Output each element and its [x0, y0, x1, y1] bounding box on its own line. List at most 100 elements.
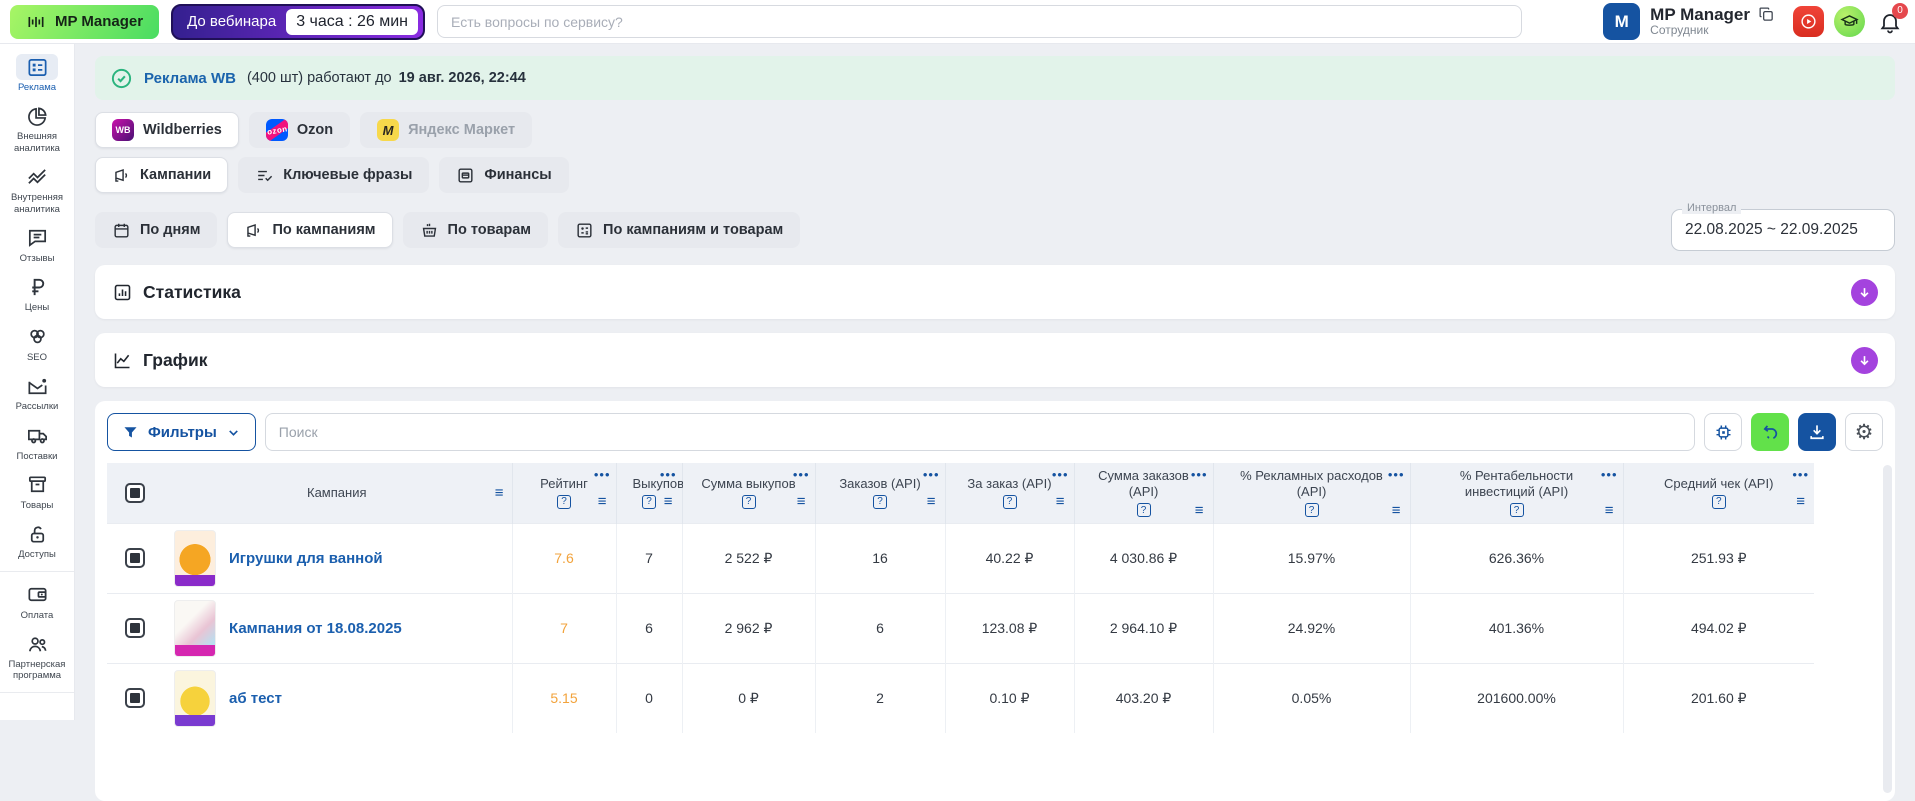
- column-menu-icon[interactable]: ≡: [1056, 494, 1065, 509]
- sidebar-item-reviews[interactable]: Отзывы: [0, 225, 74, 264]
- row-checkbox[interactable]: [125, 548, 145, 568]
- column-more-icon[interactable]: •••: [1191, 467, 1208, 482]
- cell-per-order: 40.22 ₽: [945, 523, 1074, 593]
- row-checkbox[interactable]: [125, 618, 145, 638]
- sidebar-item-external-analytics[interactable]: Внешняя аналитика: [0, 103, 74, 154]
- refresh-icon: [1760, 422, 1781, 443]
- chart-expand-button[interactable]: [1851, 347, 1878, 374]
- column-help-icon[interactable]: ?: [1003, 495, 1017, 509]
- tab-keyphrases[interactable]: Ключевые фразы: [238, 157, 429, 193]
- header-roi-pct: % Рентабельности инвестиций (API) ••• ? …: [1410, 463, 1623, 523]
- column-menu-icon[interactable]: ≡: [1392, 503, 1401, 518]
- interval-date-range-input[interactable]: Интервал 22.08.2025 ~ 22.09.2025: [1671, 209, 1895, 251]
- calc-grid-icon: [575, 221, 594, 240]
- row-checkbox[interactable]: [125, 688, 145, 708]
- tab-yandex-market[interactable]: M Яндекс Маркет: [360, 112, 532, 148]
- tab-by-campaigns-and-products[interactable]: По кампаниям и товарам: [558, 212, 800, 248]
- table-scrollbar[interactable]: [1883, 465, 1892, 793]
- funnel-icon: [122, 424, 139, 441]
- wallet-icon: [16, 582, 58, 608]
- tab-campaigns[interactable]: Кампании: [95, 157, 228, 193]
- education-cap-icon[interactable]: [1834, 6, 1865, 37]
- avatar[interactable]: M: [1603, 3, 1640, 40]
- select-all-checkbox[interactable]: [125, 483, 145, 503]
- chart-title: График: [143, 350, 208, 371]
- statistics-expand-button[interactable]: [1851, 279, 1878, 306]
- pie-chart-icon: [16, 103, 58, 129]
- column-more-icon[interactable]: •••: [923, 467, 940, 482]
- column-menu-icon[interactable]: ≡: [598, 494, 607, 509]
- column-help-icon[interactable]: ?: [1305, 503, 1319, 517]
- sidebar-item-prices[interactable]: Цены: [0, 274, 74, 313]
- product-thumbnail: [174, 670, 216, 727]
- column-menu-icon[interactable]: ≡: [1605, 503, 1614, 518]
- cell-buyout-sum: 0 ₽: [682, 663, 815, 733]
- column-more-icon[interactable]: •••: [660, 467, 677, 482]
- archive-box-icon: [16, 472, 58, 498]
- column-more-icon[interactable]: •••: [1052, 467, 1069, 482]
- tab-ozon[interactable]: ozon Ozon: [249, 112, 350, 148]
- column-help-icon[interactable]: ?: [873, 495, 887, 509]
- tab-by-products[interactable]: По товарам: [403, 212, 549, 248]
- column-more-icon[interactable]: •••: [1388, 467, 1405, 482]
- table-header-row: Кампания ≡ Рейтинг ••• ? ≡ Выкупов ••• ?…: [107, 463, 1814, 523]
- column-menu-icon[interactable]: ≡: [664, 494, 673, 509]
- sidebar-item-seo[interactable]: SEO: [0, 324, 74, 363]
- sidebar-item-partner-program[interactable]: Партнерская программа: [0, 631, 74, 682]
- sidebar-item-payment[interactable]: Оплата: [0, 582, 74, 621]
- user-name: MP Manager: [1650, 5, 1750, 25]
- sidebar-item-access[interactable]: Доступы: [0, 521, 74, 560]
- column-menu-icon[interactable]: ≡: [495, 484, 504, 501]
- column-help-icon[interactable]: ?: [1137, 503, 1151, 517]
- tab-wildberries[interactable]: WB Wildberries: [95, 112, 239, 148]
- cell-buyouts: 6: [616, 593, 682, 663]
- module-tabs: Кампании Ключевые фразы Финансы: [95, 157, 1895, 193]
- download-button[interactable]: [1798, 413, 1836, 451]
- refresh-button[interactable]: [1751, 413, 1789, 451]
- cell-buyout-sum: 2 522 ₽: [682, 523, 815, 593]
- campaigns-table-card: Фильтры: [95, 401, 1895, 801]
- finance-card-icon: [456, 166, 475, 185]
- column-menu-icon[interactable]: ≡: [927, 494, 936, 509]
- video-tutorials-icon[interactable]: [1793, 6, 1824, 37]
- banner-ads-link[interactable]: Реклама WB: [144, 70, 236, 87]
- campaign-link[interactable]: Игрушки для ванной: [229, 550, 383, 567]
- webinar-countdown-button[interactable]: До вебинара 3 часа : 26 мин: [171, 4, 425, 40]
- cell-orders-sum: 2 964.10 ₽: [1074, 593, 1213, 663]
- tab-by-campaigns[interactable]: По кампаниям: [227, 212, 392, 248]
- automation-chip-button[interactable]: [1704, 413, 1742, 451]
- column-help-icon[interactable]: ?: [1712, 495, 1726, 509]
- tab-finance[interactable]: Финансы: [439, 157, 568, 193]
- sidebar-item-internal-analytics[interactable]: Внутренняя аналитика: [0, 164, 74, 215]
- notifications-bell-icon[interactable]: 0: [1875, 7, 1905, 37]
- column-menu-icon[interactable]: ≡: [797, 494, 806, 509]
- column-more-icon[interactable]: •••: [1601, 467, 1618, 482]
- table-settings-button[interactable]: ⚙: [1845, 413, 1883, 451]
- campaign-link[interactable]: Кампания от 18.08.2025: [229, 620, 402, 637]
- column-help-icon[interactable]: ?: [557, 495, 571, 509]
- column-menu-icon[interactable]: ≡: [1796, 494, 1805, 509]
- header-buyout-sum: Сумма выкупов ••• ? ≡: [682, 463, 815, 523]
- table-search-input[interactable]: [265, 413, 1695, 451]
- sidebar-item-supplies[interactable]: Поставки: [0, 423, 74, 462]
- copy-icon[interactable]: [1758, 6, 1775, 23]
- column-menu-icon[interactable]: ≡: [1195, 503, 1204, 518]
- sidebar-item-mailings[interactable]: Рассылки: [0, 373, 74, 412]
- column-help-icon[interactable]: ?: [1510, 503, 1524, 517]
- people-icon: [16, 631, 58, 657]
- sidebar-item-products[interactable]: Товары: [0, 472, 74, 511]
- brand-button[interactable]: MP Manager: [10, 5, 159, 39]
- column-help-icon[interactable]: ?: [642, 495, 656, 509]
- column-help-icon[interactable]: ?: [742, 495, 756, 509]
- tab-by-days[interactable]: По дням: [95, 212, 217, 248]
- campaign-link[interactable]: аб тест: [229, 690, 282, 707]
- check-circle-icon: [110, 67, 133, 90]
- help-search-input[interactable]: [437, 5, 1522, 38]
- column-more-icon[interactable]: •••: [1792, 467, 1809, 482]
- filters-button[interactable]: Фильтры: [107, 413, 256, 451]
- sidebar-item-ads[interactable]: Реклама: [0, 54, 74, 93]
- download-icon: [1807, 422, 1827, 442]
- column-more-icon[interactable]: •••: [793, 467, 810, 482]
- cell-buyouts: 7: [616, 523, 682, 593]
- column-more-icon[interactable]: •••: [594, 467, 611, 482]
